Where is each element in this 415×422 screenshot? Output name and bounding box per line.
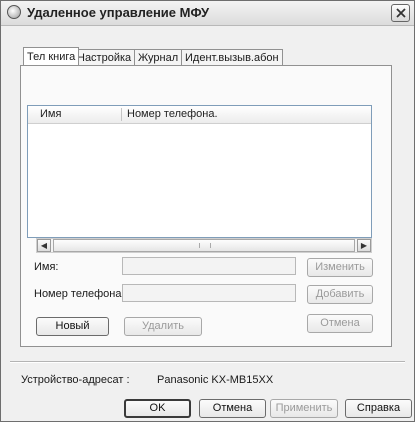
close-icon: [396, 8, 406, 18]
delete-button[interactable]: Удалить: [124, 317, 202, 336]
arrow-right-icon[interactable]: ▶: [357, 239, 371, 252]
tab-settings[interactable]: Настройка: [73, 49, 136, 66]
tab-phonebook[interactable]: Тел книга: [23, 47, 80, 67]
list-header: Имя Номер телефона.: [28, 106, 371, 124]
name-label: Имя:: [34, 261, 59, 273]
ok-button[interactable]: OK: [124, 399, 191, 418]
device-label: Устройство-адресат :: [21, 374, 130, 386]
arrow-left-icon[interactable]: ◀: [37, 239, 51, 252]
phone-label: Номер телефона.:: [34, 288, 128, 300]
column-name[interactable]: Имя: [40, 108, 61, 120]
new-button[interactable]: Новый: [36, 317, 109, 336]
window-title: Удаленное управление МФУ: [27, 5, 210, 20]
name-field[interactable]: [122, 257, 296, 275]
scroll-thumb[interactable]: [53, 239, 355, 252]
horizontal-scrollbar[interactable]: ◀ ▶: [36, 238, 372, 253]
column-separator[interactable]: [121, 108, 122, 121]
thumb-grip: [199, 243, 211, 248]
remote-control-icon: [7, 5, 21, 19]
tab-caller-id[interactable]: Идент.вызыв.абон: [181, 49, 283, 66]
title-bar[interactable]: Удаленное управление МФУ: [1, 1, 414, 26]
add-button[interactable]: Добавить: [307, 285, 373, 304]
apply-button[interactable]: Применить: [270, 399, 338, 418]
cancel-button[interactable]: Отмена: [199, 399, 266, 418]
help-button[interactable]: Справка: [345, 399, 412, 418]
column-phone[interactable]: Номер телефона.: [127, 108, 218, 120]
cancel-edit-button[interactable]: Отмена: [307, 314, 373, 333]
phonebook-list[interactable]: Имя Номер телефона.: [27, 105, 372, 238]
change-button[interactable]: Изменить: [307, 258, 373, 277]
phone-field[interactable]: [122, 284, 296, 302]
tab-journal[interactable]: Журнал: [134, 49, 183, 66]
close-button[interactable]: [391, 4, 410, 22]
device-value: Panasonic KX-MB15XX: [157, 374, 274, 386]
dialog-window: Удаленное управление МФУ Настройка Журна…: [0, 0, 415, 422]
separator: [10, 361, 405, 363]
